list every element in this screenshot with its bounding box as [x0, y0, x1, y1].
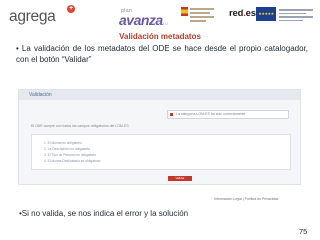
ministry-text-line [190, 12, 210, 14]
panel-title: Validación [29, 92, 52, 98]
list-item: 3. El Tipo de Recurso es obligatorio [44, 153, 97, 157]
ministry-text-line [190, 16, 214, 18]
list-item: 2. La Descripción es obligatoria [44, 147, 90, 151]
intro-text: • La validación de los metadatos del ODE… [16, 44, 308, 64]
avanza-logo-year: 2.0 [162, 21, 168, 26]
validation-description: El ODE cumple con todos los campos oblig… [31, 124, 129, 128]
error-list: 1. El Idioma es obligatorio 2. La Descri… [31, 134, 291, 170]
slide-title: Validación metadatos [119, 32, 201, 41]
panel-header: Validación [19, 90, 300, 100]
validate-button[interactable]: Validar [168, 176, 192, 181]
validation-screenshot: Validación La categoría LOM-ES ha sido c… [18, 89, 301, 185]
validate-button-label: Validar [175, 176, 185, 180]
bullet-text: •Si no valida, se nos indica el error y … [19, 209, 189, 218]
list-item: 1. El Idioma es obligatorio [44, 141, 82, 145]
red-es-logo: red.es [229, 8, 256, 19]
eu-flag-icon: ★★★★★ [256, 7, 276, 21]
list-item: 4. El Idioma Destinatario es obligatorio [44, 159, 101, 163]
avanza-logo-text: avanza [119, 12, 163, 28]
page-number: 75 [299, 227, 308, 236]
government-logo [181, 7, 217, 29]
footer-links[interactable]: Información Legal | Política de Privacid… [214, 197, 278, 201]
agrega-logo-text: agrega [9, 8, 56, 25]
plan-avanza-logo: plan avanza 2.0 [117, 8, 169, 30]
ministry-text-line [190, 20, 206, 22]
plus-icon: + [67, 5, 75, 13]
eu-stars-icon: ★★★★★ [258, 11, 274, 16]
red-es-name: red [229, 8, 244, 19]
ministry-text-line [190, 8, 214, 10]
agrega-logo: agrega + [9, 5, 75, 28]
success-notice: La categoría LOM-ES ha sido correctament… [167, 110, 289, 119]
coat-of-arms-icon [181, 7, 188, 16]
notice-text: La categoría LOM-ES ha sido correctament… [176, 111, 246, 116]
red-es-suffix: es [245, 8, 256, 19]
alert-icon [170, 112, 173, 116]
eu-caption [279, 9, 313, 23]
